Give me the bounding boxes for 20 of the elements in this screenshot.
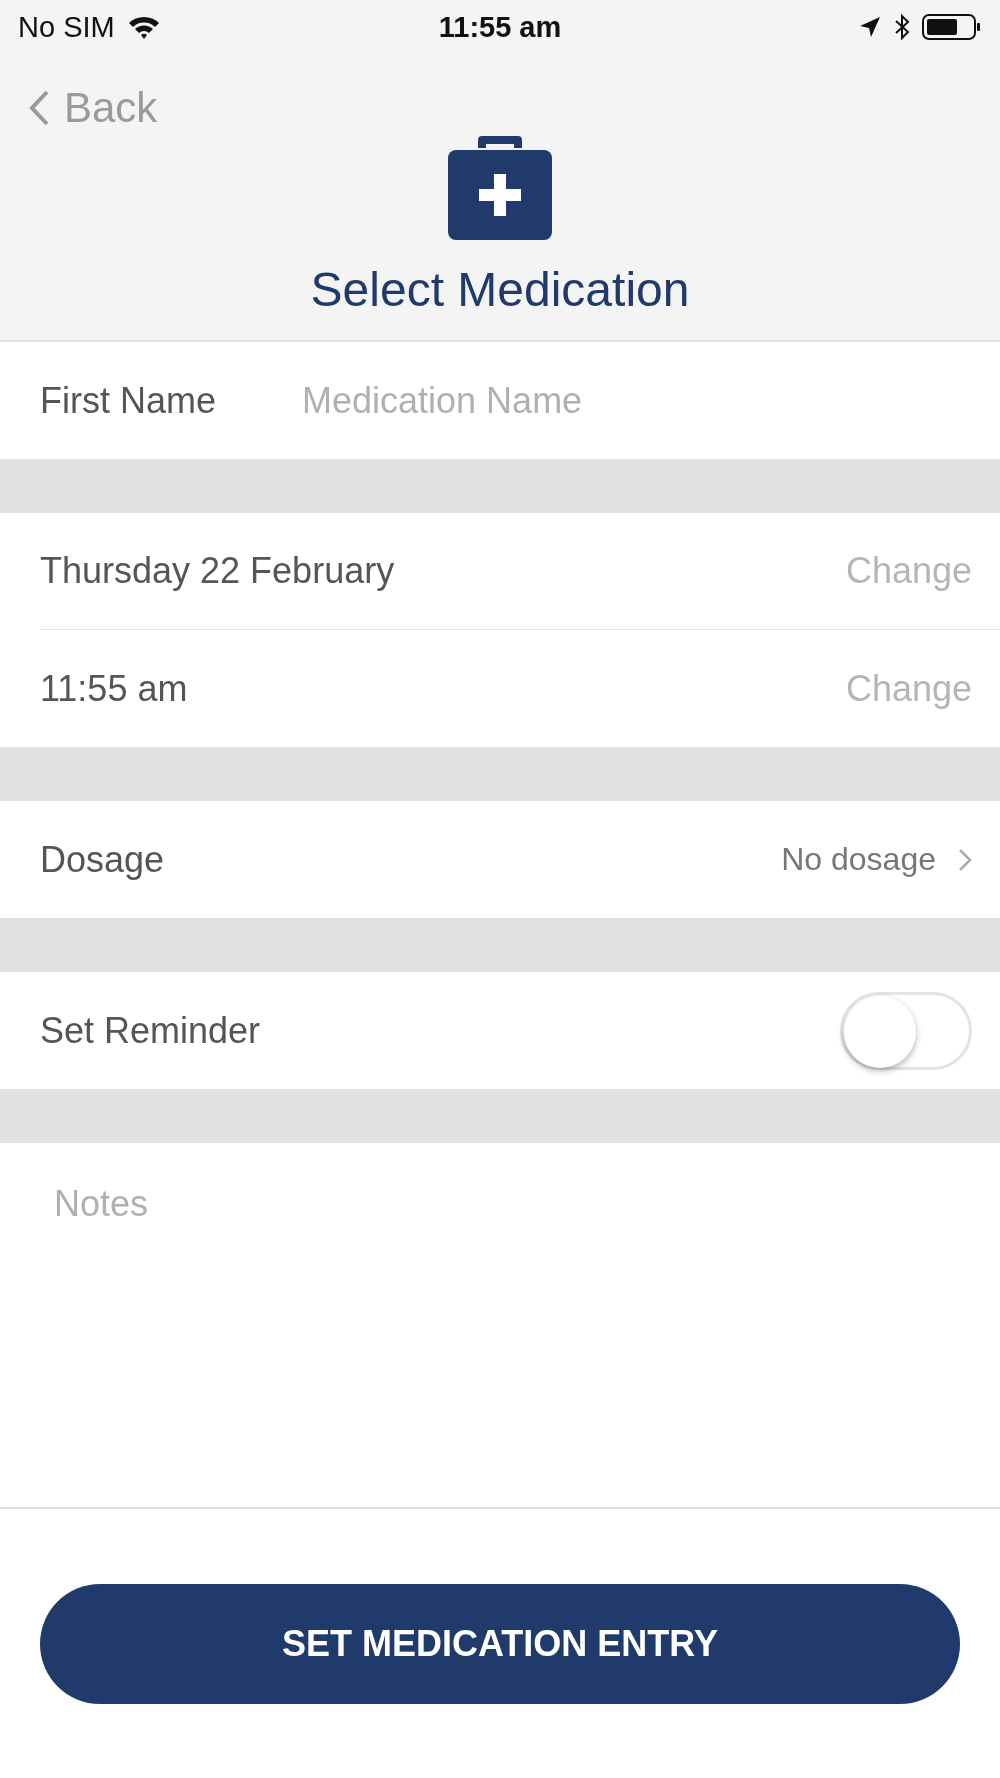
back-button[interactable]: Back bbox=[28, 84, 158, 132]
carrier-label: No SIM bbox=[18, 10, 115, 44]
set-entry-button[interactable]: SET MEDICATION ENTRY bbox=[40, 1584, 960, 1704]
status-time: 11:55 am bbox=[438, 10, 562, 44]
change-link[interactable]: Change bbox=[845, 667, 972, 710]
change-link[interactable]: Change bbox=[845, 550, 972, 592]
chevron-right-icon[interactable] bbox=[958, 847, 972, 872]
date-time-value: 11:55 am bbox=[40, 667, 188, 710]
field-label: First Name bbox=[40, 379, 216, 422]
dosage-label: Dosage bbox=[40, 838, 165, 881]
medication-name-field[interactable]: Medication Name bbox=[300, 378, 972, 423]
page-title: Select Medication bbox=[310, 262, 690, 317]
medical-kit-icon bbox=[448, 134, 552, 240]
bluetooth-icon bbox=[894, 14, 910, 40]
battery-icon bbox=[922, 13, 982, 41]
chevron-left-icon bbox=[28, 89, 50, 127]
date-time-value: Thursday 22 February bbox=[40, 550, 395, 592]
reminder-label: Set Reminder bbox=[40, 1009, 261, 1052]
dosage-value[interactable]: No dosage bbox=[781, 841, 936, 878]
location-icon bbox=[858, 15, 882, 39]
